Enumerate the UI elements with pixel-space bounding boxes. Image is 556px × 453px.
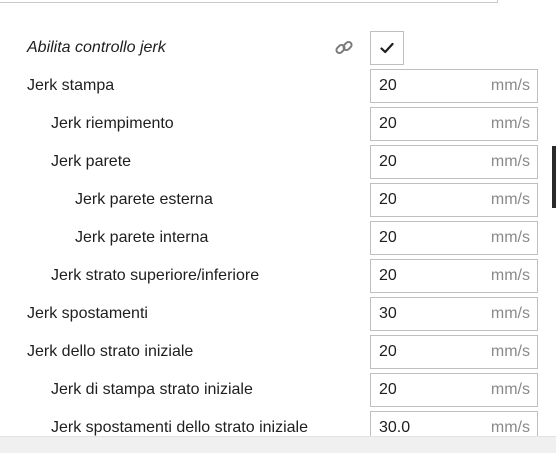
setting-row-jerk-riempimento: Jerk riempimento 20 mm/s [0, 105, 556, 143]
previous-field-border [0, 0, 498, 3]
jerk-parete-interna-field[interactable]: 20 mm/s [370, 221, 538, 255]
field-unit: mm/s [490, 115, 530, 132]
setting-row-jerk-parete-interna: Jerk parete interna 20 mm/s [0, 219, 556, 257]
setting-row-jerk-parete: Jerk parete 20 mm/s [0, 143, 556, 181]
field-value: 20 [379, 343, 397, 360]
field-unit: mm/s [490, 343, 530, 360]
field-unit: mm/s [490, 381, 530, 398]
field-unit: mm/s [490, 191, 530, 208]
setting-row-jerk-strato-iniziale: Jerk dello strato iniziale 20 mm/s [0, 333, 556, 371]
setting-row-jerk-parete-esterna: Jerk parete esterna 20 mm/s [0, 181, 556, 219]
setting-label: Jerk parete esterna [75, 191, 213, 208]
jerk-stampa-strato-iniziale-field[interactable]: 20 mm/s [370, 373, 538, 407]
field-value: 20 [379, 77, 397, 94]
field-unit: mm/s [490, 153, 530, 170]
setting-label: Jerk strato superiore/inferiore [51, 267, 260, 284]
setting-label: Jerk di stampa strato iniziale [51, 381, 253, 398]
jerk-riempimento-field[interactable]: 20 mm/s [370, 107, 538, 141]
field-value: 30 [379, 305, 397, 322]
setting-label: Jerk parete interna [75, 229, 209, 246]
setting-row-jerk-stampa: Jerk stampa 20 mm/s [0, 67, 556, 105]
field-value: 20 [379, 267, 397, 284]
setting-label: Jerk parete [51, 153, 132, 170]
field-value: 20 [379, 115, 397, 132]
field-value: 20 [379, 153, 397, 170]
bottom-bar [0, 436, 556, 453]
setting-label: Jerk stampa [27, 77, 115, 94]
field-value: 20 [379, 229, 397, 246]
jerk-stampa-field[interactable]: 20 mm/s [370, 69, 538, 103]
jerk-spostamenti-field[interactable]: 30 mm/s [370, 297, 538, 331]
setting-row-jerk-stampa-strato-iniziale: Jerk di stampa strato iniziale 20 mm/s [0, 371, 556, 409]
check-icon [380, 42, 394, 54]
setting-row-jerk-spostamenti: Jerk spostamenti 30 mm/s [0, 295, 556, 333]
jerk-strato-iniziale-field[interactable]: 20 mm/s [370, 335, 538, 369]
scrollbar-handle[interactable] [552, 146, 556, 208]
jerk-parete-esterna-field[interactable]: 20 mm/s [370, 183, 538, 217]
jerk-parete-field[interactable]: 20 mm/s [370, 145, 538, 179]
field-unit: mm/s [490, 229, 530, 246]
field-unit: mm/s [490, 77, 530, 94]
field-value: 20 [379, 191, 397, 208]
setting-label: Jerk dello strato iniziale [27, 343, 194, 360]
setting-label: Jerk riempimento [51, 115, 174, 132]
setting-row-enable-jerk: Abilita controllo jerk [0, 29, 556, 67]
setting-row-jerk-strato-superiore-inferiore: Jerk strato superiore/inferiore 20 mm/s [0, 257, 556, 295]
field-value: 20 [379, 381, 397, 398]
link-icon[interactable] [333, 37, 355, 59]
field-unit: mm/s [490, 267, 530, 284]
setting-label: Abilita controllo jerk [27, 39, 166, 56]
field-unit: mm/s [490, 305, 530, 322]
enable-jerk-checkbox[interactable] [370, 31, 404, 65]
setting-label: Jerk spostamenti [27, 305, 148, 322]
jerk-strato-superiore-inferiore-field[interactable]: 20 mm/s [370, 259, 538, 293]
